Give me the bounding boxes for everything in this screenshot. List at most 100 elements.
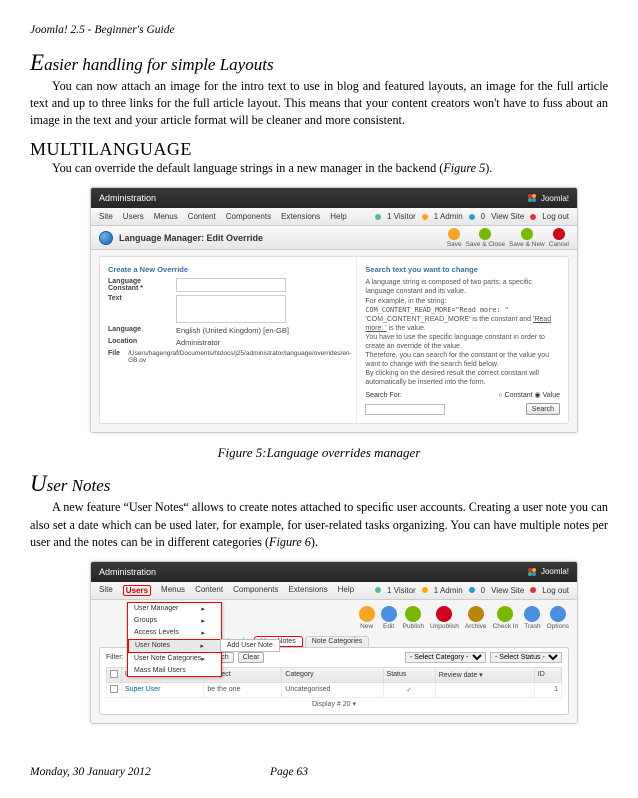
saveclose-icon	[479, 228, 491, 240]
row-checkbox[interactable]	[110, 685, 118, 693]
dd-access-levels[interactable]: Access Levels▸	[128, 627, 221, 639]
tb-unpublish[interactable]: Unpublish	[430, 606, 459, 630]
cell-review	[435, 682, 534, 697]
view-site-link[interactable]: View Site	[491, 212, 524, 221]
tb-publish[interactable]: Publish	[403, 606, 424, 630]
joomla-brand-6: Joomla!	[527, 567, 569, 577]
col-review[interactable]: Review date ▾	[435, 667, 534, 682]
cell-subject: be the one	[204, 682, 282, 697]
cell-user[interactable]: Super User	[122, 682, 204, 697]
tb-trash[interactable]: Trash	[524, 606, 540, 630]
main-menubar: Site Users Menus Content Components Exte…	[91, 208, 577, 226]
logout-icon	[530, 214, 536, 220]
visitors-icon	[375, 587, 381, 593]
dd-mass-mail[interactable]: Mass Mail Users	[128, 665, 221, 676]
col-checkbox[interactable]	[107, 667, 122, 682]
menu-left: Site Users Menus Content Components Exte…	[99, 212, 347, 221]
text-input[interactable]	[176, 295, 286, 323]
override-panel: Create a New Override Language Constant …	[99, 256, 569, 424]
menu-help[interactable]: Help	[330, 212, 346, 221]
view-site-link[interactable]: View Site	[491, 586, 524, 595]
menu-users[interactable]: Users	[123, 212, 144, 221]
cell-id: 1	[534, 682, 561, 697]
cell-status[interactable]: ✓	[383, 682, 435, 697]
heading-easier-layouts: Easier handling for simple Layouts	[30, 50, 608, 76]
logout-link[interactable]: Log out	[542, 212, 569, 221]
admin-title: Administration	[99, 193, 156, 203]
toolbar-save[interactable]: Save	[447, 228, 462, 248]
tb-new[interactable]: New	[359, 606, 375, 630]
footer-page: Page 63	[270, 766, 308, 778]
admin-icon	[422, 214, 428, 220]
display-pager[interactable]: Display # 20 ▾	[106, 698, 562, 710]
trash-icon	[524, 606, 540, 622]
tb-checkin[interactable]: Check In	[493, 606, 519, 630]
search-button[interactable]: Search	[526, 403, 560, 415]
menu-menus[interactable]: Menus	[154, 212, 178, 221]
savenew-icon	[521, 228, 533, 240]
tb-edit[interactable]: Edit	[381, 606, 397, 630]
dd-user-notes[interactable]: User Notes▸ Add User Note	[128, 639, 221, 653]
figure6-screenshot: Administration Joomla! Site Users Menus …	[90, 561, 578, 724]
table-row: Super User be the one Uncategorised ✓ 1	[107, 682, 562, 697]
page-title: Language Manager: Edit Override	[119, 233, 263, 243]
page-titlebar: Language Manager: Edit Override Save Sav…	[91, 226, 577, 250]
menu-site[interactable]: Site	[99, 212, 113, 221]
col-category[interactable]: Category	[282, 667, 383, 682]
dd-add-user-note[interactable]: Add User Note	[220, 639, 280, 652]
options-icon	[550, 606, 566, 622]
file-value: /Users/hagengraf/Documents/htdocs/j25/ad…	[128, 350, 352, 364]
search-input[interactable]	[365, 404, 445, 415]
tb-options[interactable]: Options	[547, 606, 569, 630]
constant-input[interactable]	[176, 278, 286, 292]
radio-value[interactable]: Value	[543, 392, 560, 399]
menu-menus[interactable]: Menus	[161, 585, 185, 596]
toolbar-save-close[interactable]: Save & Close	[466, 228, 505, 248]
save-icon	[448, 228, 460, 240]
location-value: Administrator	[176, 338, 220, 347]
main-menubar-6: Site Users Menus Content Components Exte…	[91, 582, 577, 600]
menu-users-open[interactable]: Users	[123, 585, 151, 596]
unpublish-icon	[436, 606, 452, 622]
menu-components[interactable]: Components	[233, 585, 278, 596]
publish-icon	[405, 606, 421, 622]
footer-date: Monday, 30 January 2012	[30, 766, 151, 778]
dd-user-note-categories[interactable]: User Note Categories▸	[128, 653, 221, 665]
menu-content[interactable]: Content	[188, 212, 216, 221]
joomla-icon	[527, 567, 537, 577]
menu-content[interactable]: Content	[195, 585, 223, 596]
create-override-header: Create a New Override	[108, 265, 348, 274]
search-info: A language string is composed of two par…	[365, 278, 560, 387]
select-status[interactable]: - Select Status -	[490, 652, 562, 663]
search-header: Search text you want to change	[365, 265, 560, 274]
toolbar-cancel[interactable]: Cancel	[549, 228, 569, 248]
dd-user-manager[interactable]: User Manager▸	[128, 603, 221, 615]
menu-extensions[interactable]: Extensions	[288, 585, 327, 596]
figure5-caption: Figure 5:Language overrides manager	[30, 445, 608, 461]
select-category[interactable]: - Select Category -	[405, 652, 486, 663]
clear-button[interactable]: Clear	[238, 652, 265, 663]
tb-archive[interactable]: Archive	[465, 606, 487, 630]
language-value: English (United Kingdom) [en-GB]	[176, 326, 289, 335]
admin-titlebar: Administration Joomla!	[91, 188, 577, 208]
menu-site[interactable]: Site	[99, 585, 113, 596]
toolbar-save-new[interactable]: Save & New	[509, 228, 545, 248]
cell-category: Uncategorised	[282, 682, 383, 697]
figure5-screenshot: Administration Joomla! Site Users Menus …	[90, 187, 578, 433]
radio-constant[interactable]: Constant	[505, 392, 533, 399]
tab-note-categories[interactable]: Note Categories	[305, 636, 370, 647]
users-dropdown: User Manager▸ Groups▸ Access Levels▸ Use…	[127, 602, 222, 677]
logout-icon	[530, 587, 536, 593]
menu-components[interactable]: Components	[226, 212, 271, 221]
menu-extensions[interactable]: Extensions	[281, 212, 320, 221]
col-status[interactable]: Status	[383, 667, 435, 682]
page-footer: Monday, 30 January 2012 Page 63	[30, 766, 608, 778]
joomla-brand: Joomla!	[527, 193, 569, 203]
menu-right: 1 Visitor 1 Admin 0 View Site Log out	[375, 212, 569, 221]
dd-groups[interactable]: Groups▸	[128, 615, 221, 627]
msg-icon	[469, 214, 475, 220]
admin-titlebar-6: Administration Joomla!	[91, 562, 577, 582]
col-id[interactable]: ID	[534, 667, 561, 682]
logout-link[interactable]: Log out	[542, 586, 569, 595]
menu-help[interactable]: Help	[338, 585, 354, 596]
